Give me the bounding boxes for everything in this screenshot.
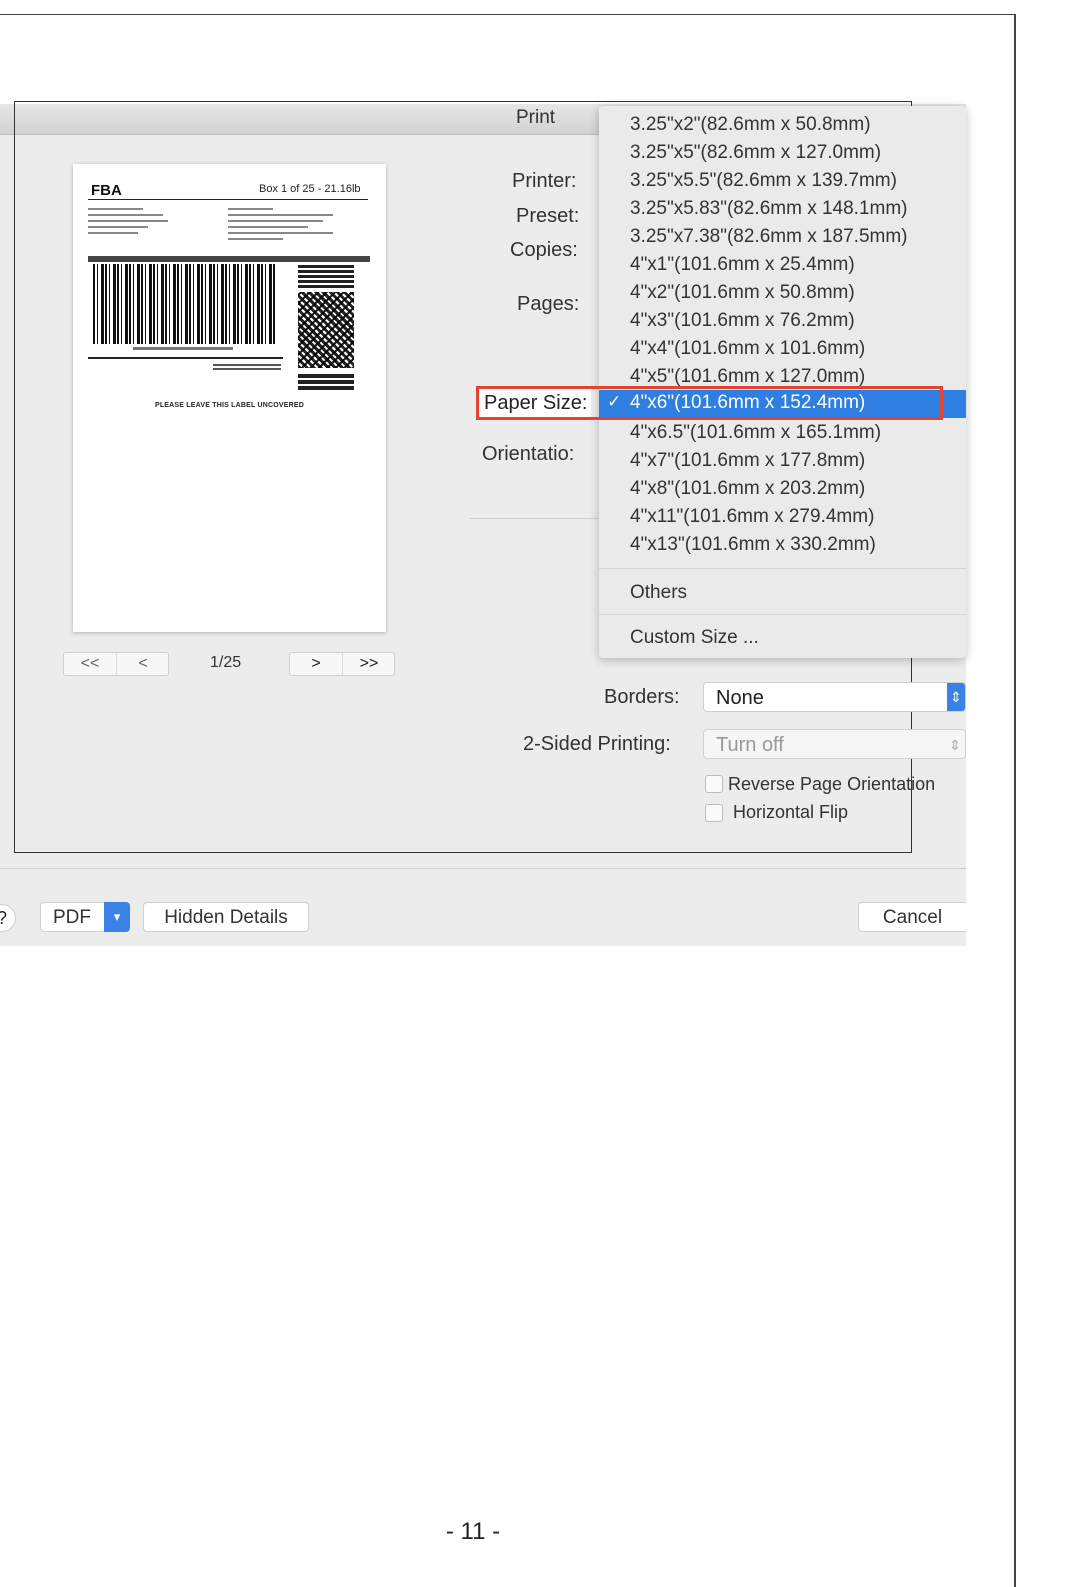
label-stripes (298, 372, 354, 390)
label-bar-strip (88, 256, 370, 262)
menu-item-paper-size[interactable]: 4"x11"(101.6mm x 279.4mm) (630, 506, 874, 528)
menu-item-paper-size[interactable]: 4"x13"(101.6mm x 330.2mm) (630, 534, 876, 556)
label-brand: FBA (91, 182, 122, 199)
label-ship-from (88, 214, 163, 216)
label-ship-from (88, 226, 148, 228)
label-ship-to (228, 208, 273, 210)
horizontal-flip-label: Horizontal Flip (733, 802, 849, 822)
menu-item-paper-size[interactable]: 4"x7"(101.6mm x 177.8mm) (630, 450, 865, 472)
label-ship-to (228, 232, 333, 234)
menu-item-paper-size[interactable]: 4"x5"(101.6mm x 127.0mm) (630, 366, 865, 388)
label-ship-from (88, 220, 168, 222)
label-small-text (213, 362, 281, 370)
preset-label: Preset: (516, 205, 580, 227)
menu-item-paper-size[interactable]: 3.25"x5.83"(82.6mm x 148.1mm) (630, 198, 908, 220)
printer-label: Printer: (512, 170, 577, 192)
pdf-button[interactable]: PDF ▾ (40, 902, 130, 932)
pager-back-group: << < (63, 652, 169, 676)
menu-item-paper-size[interactable]: 4"x6.5"(101.6mm x 165.1mm) (630, 422, 881, 444)
menu-item-paper-size[interactable]: 4"x3"(101.6mm x 76.2mm) (630, 310, 855, 332)
page-indicator: 1/25 (210, 654, 242, 671)
page-top-rule (0, 14, 1016, 15)
borders-value: None (716, 687, 764, 709)
two-sided-label: 2-Sided Printing: (523, 733, 671, 755)
paper-size-menu: 3.25"x2"(82.6mm x 50.8mm) 3.25"x5"(82.6m… (599, 106, 966, 658)
label-footer: PLEASE LEAVE THIS LABEL UNCOVERED (154, 402, 305, 409)
menu-item-custom-size[interactable]: Custom Size ... (630, 627, 759, 649)
barcode-caption (133, 347, 233, 350)
print-dialog: Print FBA Box 1 of 25 - 21.16lb PLEASE L… (0, 101, 966, 946)
label-ship-to (228, 226, 308, 228)
menu-item-others[interactable]: Others (630, 582, 687, 604)
help-button[interactable]: ? (0, 904, 16, 932)
reverse-orientation-label: Reverse Page Orientation (728, 774, 936, 794)
reverse-orientation-checkbox[interactable] (705, 775, 723, 793)
label-ship-to (228, 220, 323, 222)
menu-item-paper-size[interactable]: 4"x8"(101.6mm x 203.2mm) (630, 478, 865, 500)
pager-forward-group: > >> (289, 652, 395, 676)
next-page-button[interactable]: > (290, 653, 342, 675)
borders-select[interactable]: None ⇕ (703, 682, 966, 712)
section-divider (470, 518, 605, 519)
orientation-label: Orientatio: (482, 443, 575, 465)
menu-item-paper-size[interactable]: 4"x4"(101.6mm x 101.6mm) (630, 338, 865, 360)
menu-item-paper-size[interactable]: 4"x2"(101.6mm x 50.8mm) (630, 282, 855, 304)
footer-divider (0, 868, 966, 869)
qr-code-icon (298, 292, 354, 368)
menu-separator (599, 568, 966, 569)
chevron-down-icon: ▾ (104, 902, 130, 932)
prev-page-button[interactable]: < (116, 653, 169, 675)
menu-item-paper-size[interactable]: 3.25"x7.38"(82.6mm x 187.5mm) (630, 226, 908, 248)
label-ship-from (88, 232, 138, 234)
label-ship-from (88, 208, 143, 210)
label-rule (88, 199, 368, 200)
two-sided-value: Turn off (716, 734, 784, 756)
first-page-button[interactable]: << (64, 653, 116, 675)
chevron-updown-icon: ⇕ (947, 683, 965, 711)
page-right-rule (1014, 14, 1016, 1587)
menu-separator (599, 614, 966, 615)
copies-label: Copies: (510, 239, 578, 261)
pages-label: Pages: (517, 293, 580, 315)
label-ship-to (228, 214, 333, 216)
barcode-icon (93, 264, 276, 344)
hidden-details-button[interactable]: Hidden Details (143, 902, 309, 932)
annotation-highlight (476, 386, 943, 420)
chevron-updown-icon: ⇕ (949, 737, 961, 753)
menu-item-paper-size[interactable]: 3.25"x5.5"(82.6mm x 139.7mm) (630, 170, 897, 192)
print-preview: FBA Box 1 of 25 - 21.16lb PLEASE LEAVE T… (73, 164, 386, 632)
borders-label: Borders: (604, 686, 680, 708)
horizontal-flip-checkbox[interactable] (705, 804, 723, 822)
label-ship-to (228, 238, 283, 240)
page-number: - 11 - (445, 1518, 501, 1545)
two-sided-select[interactable]: Turn off ⇕ (703, 729, 966, 759)
menu-item-paper-size[interactable]: 4"x1"(101.6mm x 25.4mm) (630, 254, 855, 276)
last-page-button[interactable]: >> (342, 653, 395, 675)
menu-item-paper-size[interactable]: 3.25"x5"(82.6mm x 127.0mm) (630, 142, 881, 164)
label-rule (88, 357, 283, 359)
menu-item-paper-size[interactable]: 3.25"x2"(82.6mm x 50.8mm) (630, 114, 871, 136)
cancel-button[interactable]: Cancel (858, 902, 966, 932)
label-stripes (298, 264, 354, 288)
pdf-label: PDF (53, 907, 91, 928)
label-box-info: Box 1 of 25 - 21.16lb (259, 183, 361, 195)
